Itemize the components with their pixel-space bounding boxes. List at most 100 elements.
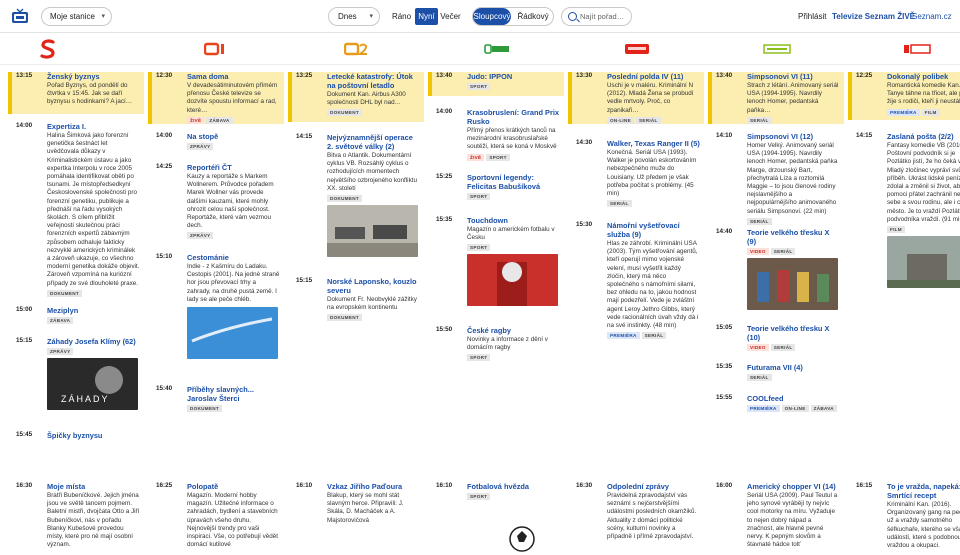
program-title[interactable]: Teorie velkého třesku X (9) (747, 228, 840, 246)
program-title[interactable]: Fotbalová hvězda (467, 482, 560, 491)
program-item[interactable]: 15:55 COOLfeed PREMIÉRA ON-LINE ZÁBAVA (708, 394, 844, 412)
program-title[interactable]: Walker, Texas Ranger II (5) (607, 139, 700, 148)
program-thumbnail[interactable] (887, 236, 960, 289)
program-item[interactable]: 14:15 Zaslaná pošta (2/2) Fantasy komedie … (848, 132, 960, 289)
program-title[interactable]: Příběhy slavných... Jaroslav Šterci (187, 385, 280, 403)
channel-logo-ct-sport[interactable] (427, 33, 567, 65)
program-title[interactable]: Americký chopper VI (14) (747, 482, 840, 491)
program-item-current[interactable]: 13:25 Letecké katastrofy: Útok na poštovn… (288, 72, 424, 122)
program-item[interactable]: 15:00 Meziplyn ZÁBAVA (8, 306, 144, 324)
program-item[interactable]: 16:30 Odpolední zprávy Pravidelná zpravoda… (568, 482, 704, 541)
time-of-day-evening[interactable]: Večer (438, 8, 463, 25)
channel-logo-prima[interactable] (567, 33, 707, 65)
program-item[interactable]: 15:05 Teorie velkého třesku X (10) VIDEO SE… (708, 324, 844, 351)
program-title[interactable]: Sportovní legendy: Felicitas Babušíková (467, 173, 560, 191)
program-title[interactable]: Norské Laponsko, kouzlo severu (327, 277, 420, 295)
program-item[interactable]: 15:15 Záhady Josefa Klímy (62) ZPRÁVY ZÁHAD… (8, 337, 144, 410)
channel-logo-seznam[interactable] (0, 33, 118, 65)
program-title[interactable]: Špičky byznysu (47, 431, 140, 440)
program-title[interactable]: Simpsonovi VI (12) (747, 132, 840, 141)
program-item[interactable]: 16:00 Americký chopper VI (14) Seriál USA … (708, 482, 844, 549)
program-item[interactable]: 14:30 Walker, Texas Ranger II (5) Konečná.… (568, 139, 704, 208)
program-title[interactable]: Ženský byznys (47, 72, 140, 81)
program-item[interactable]: 16:10 Fotbalová hvězda SPORT (428, 482, 564, 555)
program-item[interactable]: 14:00 Na stopě ZPRÁVY (148, 132, 284, 150)
login-link[interactable]: Přihlásit (798, 0, 826, 33)
program-item[interactable]: 14:10 Simpsonovi VI (12) Homer Velký. Anim… (708, 132, 844, 225)
program-item[interactable]: 15:10 Cestománie Indie - z Kašmíru do Lada… (148, 253, 284, 360)
program-item[interactable]: 14:00 Krasobruslení: Grand Prix Rusko Přím… (428, 108, 564, 161)
channel-logo-prima-max[interactable] (847, 33, 960, 65)
program-title[interactable]: To je vražda, napeká: Smrtící recept (887, 482, 960, 500)
program-item-current[interactable]: 13:30 Poslední polda IV (11) Uschi je v ma… (568, 72, 704, 124)
program-item[interactable]: 15:50 České ragby Novinky a informace z dě… (428, 326, 564, 362)
program-title[interactable]: Expertiza I. (47, 122, 140, 131)
program-item[interactable]: 14:40 Teorie velkého třesku X (9) VIDEO SER… (708, 228, 844, 310)
program-title[interactable]: Teorie velkého třesku X (10) (747, 324, 840, 342)
program-item[interactable]: 15:30 Námořní vyšetřovací služba (9) Hlas … (568, 221, 704, 340)
program-thumbnail[interactable] (467, 503, 558, 555)
program-title[interactable]: Zaslaná pošta (2/2) (887, 132, 960, 141)
program-item[interactable]: 15:35 Futurama VII (4) SERIÁL (708, 363, 844, 381)
program-title[interactable]: Meziplyn (47, 306, 140, 315)
time-of-day-now[interactable]: Nyní (415, 8, 438, 25)
program-title[interactable]: Záhady Josefa Klímy (62) (47, 337, 140, 346)
program-item[interactable]: 15:35 Touchdown Magazín o americkém fotbal… (428, 216, 564, 307)
program-title[interactable]: Odpolední zprávy (607, 482, 700, 491)
program-item[interactable]: 14:00 Expertiza I. Halina Šimková jako for… (8, 122, 144, 297)
program-title[interactable]: Polopatě (187, 482, 280, 491)
program-title[interactable]: Futurama VII (4) (747, 363, 840, 372)
program-item-current[interactable]: 13:40 Simpsonovi VI (11) Strach z létání. … (708, 72, 844, 124)
search-input[interactable] (580, 9, 630, 24)
program-title[interactable]: Moje místa (47, 482, 140, 491)
program-thumbnail[interactable] (467, 254, 558, 307)
program-thumbnail[interactable]: ZÁHADY (47, 358, 138, 410)
program-item-current[interactable]: 12:30 Sama doma V devadesátiminutovém přím… (148, 72, 284, 124)
seznam-link[interactable]: Seznam.cz (912, 0, 952, 33)
program-title[interactable]: Poslední polda IV (11) (607, 72, 700, 81)
program-thumbnail[interactable] (747, 258, 838, 310)
channel-logo-cool[interactable] (707, 33, 847, 65)
program-item-current[interactable]: 13:40 Judo: IPPON SPORT (428, 72, 564, 96)
program-title[interactable]: Cestománie (187, 253, 280, 262)
program-item[interactable]: 15:45 Špičky byznysu (8, 431, 144, 440)
time-of-day-morning[interactable]: Ráno (388, 8, 415, 25)
view-column-button[interactable]: Sloupcový (473, 8, 511, 25)
program-title[interactable]: Reportéři ČT (187, 163, 280, 172)
program-title[interactable]: České ragby (467, 326, 560, 335)
program-time: 15:25 (436, 173, 453, 180)
program-item[interactable]: 14:25 Reportéři ČT Kauzy a reportáže s Mar… (148, 163, 284, 240)
day-select[interactable]: Dnes ▾ (328, 7, 380, 26)
program-title[interactable]: Sama doma (187, 72, 280, 81)
program-item[interactable]: 16:25 Polopatě Magazín. Moderní hobby maga… (148, 482, 284, 549)
program-item[interactable]: 15:15 Norské Laponsko, kouzlo severu Dokum… (288, 277, 424, 322)
program-item[interactable]: 16:30 Moje místa Bratři Bubeníčkové. Jejic… (8, 482, 144, 549)
program-title[interactable]: COOLfeed (747, 394, 840, 403)
program-item-current[interactable]: 12:25 Dokonalý polibek Romantická komedie … (848, 72, 960, 120)
program-title[interactable]: Dokonalý polibek (887, 72, 960, 81)
program-item-current[interactable]: 13:15 Ženský byznys Pořad Byznys, od pondě… (8, 72, 144, 114)
program-title[interactable]: Námořní vyšetřovací služba (9) (607, 221, 700, 239)
program-thumbnail[interactable] (187, 307, 278, 360)
program-item[interactable]: 14:15 Nejvýznamnější operace 2. světové v… (288, 133, 424, 258)
live-tv-link[interactable]: Televize Seznam ŽIVĚ (832, 0, 915, 33)
program-thumbnail[interactable] (327, 205, 418, 258)
view-row-button[interactable]: Řádkový (513, 8, 553, 25)
station-select[interactable]: Moje stanice ▾ (41, 7, 112, 26)
program-title[interactable]: Na stopě (187, 132, 280, 141)
program-title[interactable]: Krasobruslení: Grand Prix Rusko (467, 108, 560, 126)
channel-logo-ct2[interactable] (287, 33, 427, 65)
program-title[interactable]: Judo: IPPON (467, 72, 560, 81)
program-title[interactable]: Touchdown (467, 216, 560, 225)
program-item[interactable]: 15:40 Příběhy slavných... Jaroslav Šterci… (148, 385, 284, 412)
program-item[interactable]: 16:10 Vzkaz Jiřího Paďoura Blakup, který s… (288, 482, 424, 525)
program-title[interactable]: Simpsonovi VI (11) (747, 72, 840, 81)
search-icon[interactable] (568, 12, 577, 21)
program-description: Magazín. Moderní hobby magazín. Užitečné… (187, 492, 279, 549)
program-title[interactable]: Letecké katastrofy: Útok na poštovní let… (327, 72, 420, 90)
program-title[interactable]: Nejvýznamnější operace 2. světové války … (327, 133, 420, 151)
program-item[interactable]: 15:25 Sportovní legendy: Felicitas Babuší… (428, 173, 564, 200)
channel-logo-ct1[interactable] (147, 33, 287, 65)
program-title[interactable]: Vzkaz Jiřího Paďoura (327, 482, 420, 491)
tv-icon[interactable] (11, 8, 29, 24)
